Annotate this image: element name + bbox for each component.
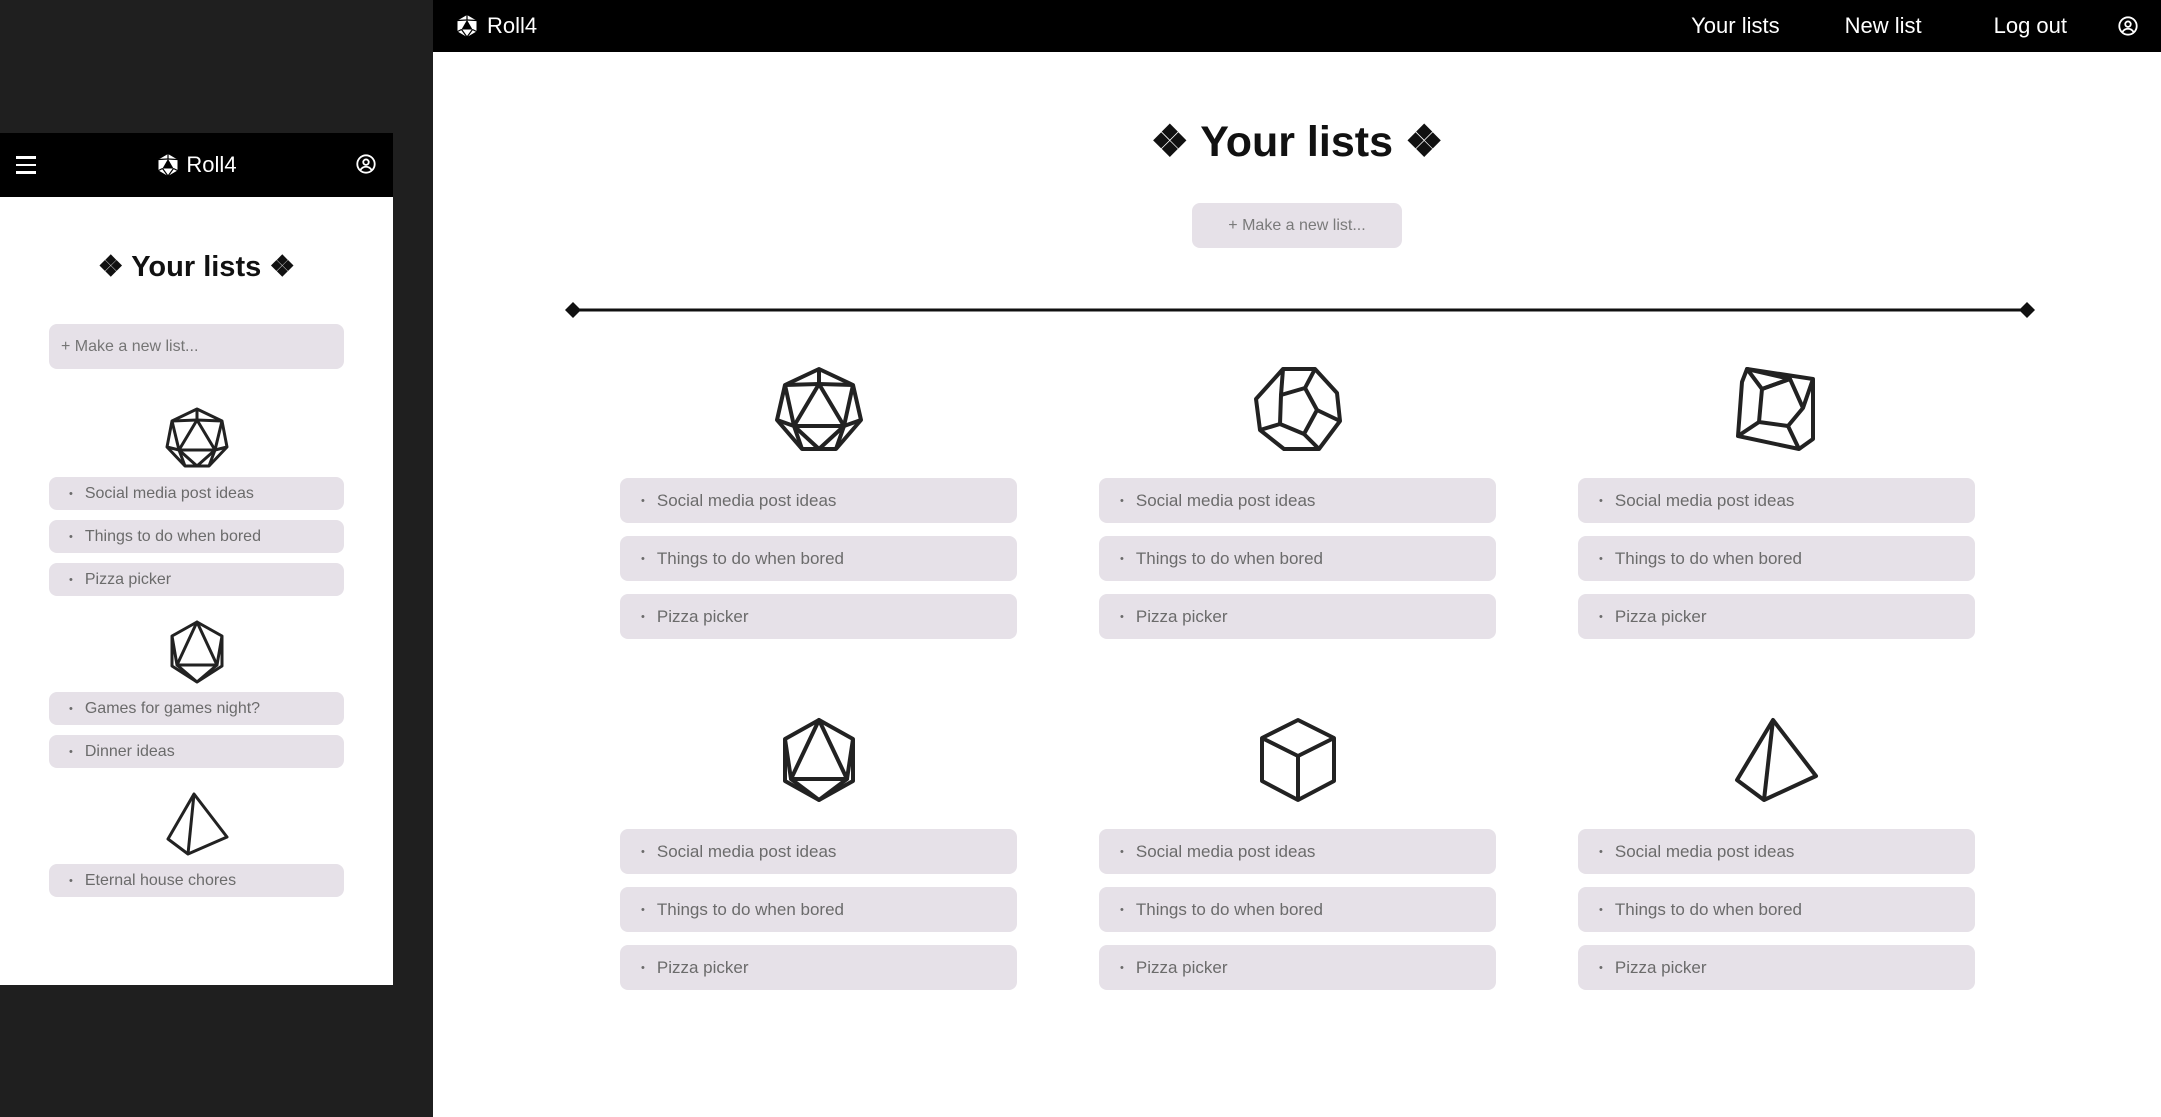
nav-your-lists[interactable]: Your lists	[1691, 13, 1779, 39]
mobile-top-bar: Roll4	[0, 133, 393, 197]
account-icon[interactable]	[2117, 15, 2139, 37]
section-divider	[565, 302, 2035, 318]
list-item[interactable]: Social media post ideas	[1578, 478, 1975, 523]
brand[interactable]: Roll4	[455, 0, 537, 52]
list-item[interactable]: Things to do when bored	[1578, 887, 1975, 932]
list-item[interactable]: Eternal house chores	[49, 864, 344, 897]
list-item[interactable]: Social media post ideas	[620, 478, 1017, 523]
d20-icon	[774, 367, 863, 451]
list-item[interactable]: Things to do when bored	[620, 887, 1017, 932]
new-list-input[interactable]: + Make a new list...	[49, 324, 344, 369]
list-item[interactable]: Pizza picker	[1578, 594, 1975, 639]
d12-icon	[1253, 367, 1342, 451]
top-navbar: Roll4 Your lists New list Log out	[433, 0, 2161, 52]
list-item[interactable]: Things to do when bored	[49, 520, 344, 553]
d20-logo-icon	[457, 15, 477, 38]
list-item[interactable]: Things to do when bored	[1099, 887, 1496, 932]
list-group: Social media post ideas Things to do whe…	[49, 407, 344, 596]
new-list-input[interactable]: + Make a new list...	[1192, 203, 1402, 248]
d20-logo-icon	[158, 154, 179, 177]
lists-grid: Social media post ideas Things to do whe…	[620, 366, 1975, 1003]
list-item[interactable]: Pizza picker	[1099, 594, 1496, 639]
list-item[interactable]: Things to do when bored	[1578, 536, 1975, 581]
list-item[interactable]: Things to do when bored	[1099, 536, 1496, 581]
d8-icon	[782, 718, 855, 802]
mobile-preview: Roll4 ❖ Your lists ❖ + Make a new list..…	[0, 133, 393, 985]
list-item[interactable]: Dinner ideas	[49, 735, 344, 768]
d6-icon	[1259, 718, 1336, 802]
list-item[interactable]: Social media post ideas	[1099, 829, 1496, 874]
page-title: ❖ Your lists ❖	[97, 251, 296, 283]
list-group: Games for games night? Dinner ideas	[49, 620, 344, 768]
brand-name: Roll4	[487, 13, 538, 38]
list-card: Social media post ideas Things to do whe…	[620, 366, 1017, 652]
list-item[interactable]: Pizza picker	[620, 594, 1017, 639]
page-title: ❖ Your lists ❖	[1150, 118, 1444, 166]
list-card: Social media post ideas Things to do whe…	[1099, 717, 1496, 1003]
list-card: Social media post ideas Things to do whe…	[1578, 717, 1975, 1003]
list-card: Social media post ideas Things to do whe…	[1099, 366, 1496, 652]
list-item[interactable]: Things to do when bored	[620, 536, 1017, 581]
nav-log-out[interactable]: Log out	[1994, 13, 2067, 39]
d8-icon	[170, 620, 223, 684]
brand-name: Roll4	[186, 152, 237, 177]
nav-links: Your lists New list Log out	[1691, 0, 2161, 52]
list-card: Social media post ideas Things to do whe…	[1578, 366, 1975, 652]
desktop-view: Roll4 Your lists New list Log out ❖ Your…	[433, 0, 2161, 1117]
list-item[interactable]: Social media post ideas	[620, 829, 1017, 874]
list-item[interactable]: Pizza picker	[1578, 945, 1975, 990]
d10-icon	[1735, 367, 1815, 451]
list-item[interactable]: Pizza picker	[620, 945, 1017, 990]
d4-icon	[166, 792, 228, 856]
list-item[interactable]: Social media post ideas	[1578, 829, 1975, 874]
list-card: Social media post ideas Things to do whe…	[620, 717, 1017, 1003]
list-item[interactable]: Social media post ideas	[49, 477, 344, 510]
list-item[interactable]: Pizza picker	[1099, 945, 1496, 990]
list-group: Eternal house chores	[49, 792, 344, 897]
d4-icon	[1734, 718, 1818, 802]
list-item[interactable]: Social media post ideas	[1099, 478, 1496, 523]
list-item[interactable]: Games for games night?	[49, 692, 344, 725]
list-item[interactable]: Pizza picker	[49, 563, 344, 596]
nav-new-list[interactable]: New list	[1845, 13, 1922, 39]
account-icon[interactable]	[355, 153, 377, 180]
mobile-brand[interactable]: Roll4	[0, 133, 393, 197]
d20-icon	[165, 407, 228, 468]
